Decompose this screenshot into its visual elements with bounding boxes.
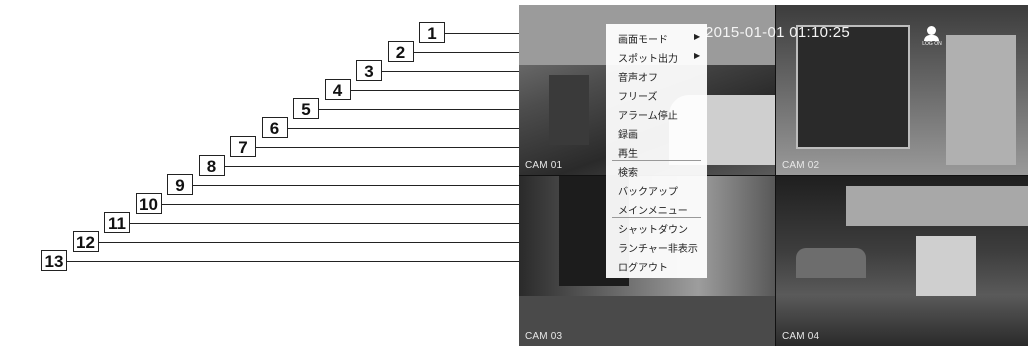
menu-item-6[interactable]: 録画 xyxy=(606,123,707,142)
callout-number-13: 13 xyxy=(41,250,67,271)
launcher-context-menu: 画面モード ▶ スポット出力 ▶ 音声オフフリーズアラーム停止 録画再生検索バックアップメ… xyxy=(606,24,707,278)
menu-item-5[interactable]: アラーム停止 xyxy=(606,104,707,123)
menu-item-13[interactable]: ログアウト xyxy=(606,256,707,275)
menu-separator xyxy=(612,217,701,218)
submenu-arrow-icon: ▶ xyxy=(694,51,701,60)
callout-number-9: 9 xyxy=(167,174,193,195)
menu-item-7[interactable]: 再生 xyxy=(606,142,707,161)
callout-number-12: 12 xyxy=(72,231,99,252)
glass-door-shape xyxy=(796,25,910,149)
menu-item-label: メインメニュー xyxy=(618,206,688,217)
menu-item-label: アラーム停止 xyxy=(618,111,678,122)
menu-item-label: ランチャー非表示 xyxy=(618,244,698,255)
canopy-shape xyxy=(846,186,1028,226)
menu-item-label: 録画 xyxy=(618,130,638,141)
submenu-arrow-icon: ▶ xyxy=(694,32,701,41)
callout-number-7: 7 xyxy=(230,136,256,157)
lit-wall-shape xyxy=(916,236,976,296)
menu-item-12[interactable]: ランチャー非表示 xyxy=(606,237,707,256)
camera-label-3: CAM 03 xyxy=(525,331,563,342)
menu-item-8[interactable]: 検索 xyxy=(606,161,707,180)
menu-item-10[interactable]: メインメニュー xyxy=(606,199,707,218)
callout-number-2: 2 xyxy=(387,41,414,62)
menu-item-label: 再生 xyxy=(618,149,638,160)
menu-item-3[interactable]: 音声オフ xyxy=(606,66,707,85)
camera-label-1: CAM 01 xyxy=(525,160,563,171)
camera-view-4[interactable]: CAM 04 xyxy=(776,176,1028,346)
dvr-live-screen: CAM 01 CAM 02 CAM 03 CAM 04 2015-01-01 0… xyxy=(519,5,1028,346)
menu-item-label: スポット出力 xyxy=(618,54,678,65)
camera-label-2: CAM 02 xyxy=(782,160,820,171)
menu-item-2[interactable]: スポット出力 ▶ xyxy=(606,47,707,66)
menu-item-label: フリーズ xyxy=(618,92,658,103)
menu-item-1[interactable]: 画面モード ▶ xyxy=(606,28,707,47)
callout-number-4: 4 xyxy=(324,79,351,100)
logon-icon[interactable]: LOG ON xyxy=(919,26,945,48)
menu-item-9[interactable]: バックアップ xyxy=(606,180,707,199)
menu-item-label: ログアウト xyxy=(618,263,668,274)
menu-item-label: 検索 xyxy=(618,168,638,179)
camera-label-4: CAM 04 xyxy=(782,331,820,342)
menu-item-4[interactable]: フリーズ xyxy=(606,85,707,104)
menu-item-label: 音声オフ xyxy=(618,73,658,84)
menu-separator xyxy=(612,160,701,161)
menu-item-label: バックアップ xyxy=(618,187,678,198)
callout-number-1: 1 xyxy=(419,22,445,43)
callout-number-6: 6 xyxy=(261,117,288,138)
logon-label: LOG ON xyxy=(922,41,942,47)
callout-number-10: 10 xyxy=(135,193,162,214)
callout-number-5: 5 xyxy=(293,98,319,119)
callout-number-3: 3 xyxy=(356,60,382,81)
menu-item-11[interactable]: シャットダウン xyxy=(606,218,707,237)
menu-item-label: 画面モード xyxy=(618,35,668,46)
pillar-shape xyxy=(549,75,589,145)
timestamp: 2015-01-01 01:10:25 xyxy=(705,24,850,41)
menu-item-label: シャットダウン xyxy=(618,225,688,236)
car-shape xyxy=(796,248,866,278)
callout-number-11: 11 xyxy=(104,212,130,233)
wall-shape xyxy=(946,35,1016,165)
callout-number-8: 8 xyxy=(198,155,225,176)
